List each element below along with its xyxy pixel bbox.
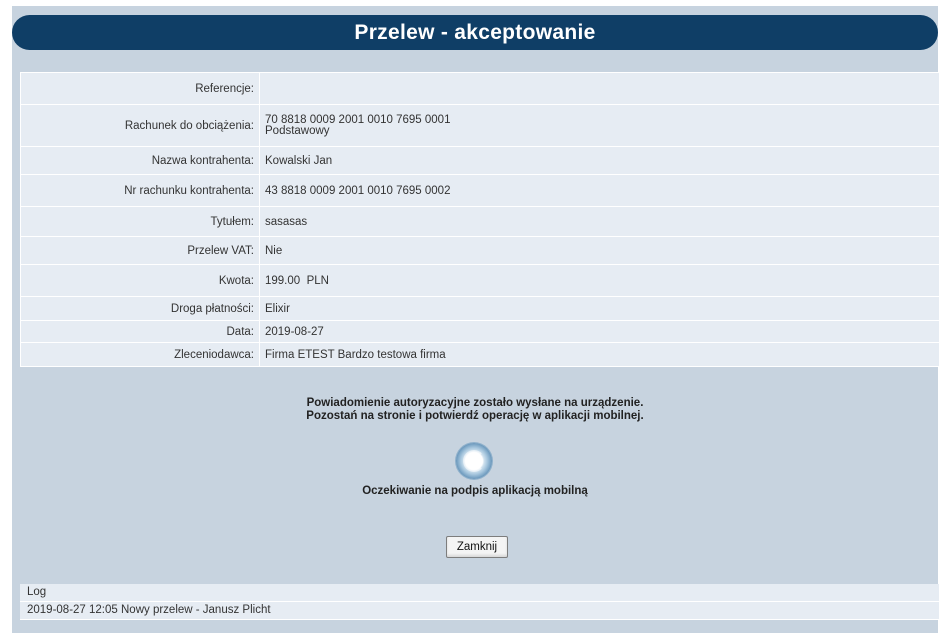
transfer-accept-panel: Przelew - akceptowanie Referencje: Rachu…: [12, 6, 939, 633]
loading-spinner-icon: [456, 443, 492, 479]
title-label: Tytułem:: [20, 206, 260, 237]
detail-row-contractor-account: Nr rachunku kontrahenta: 43 8818 0009 20…: [20, 174, 939, 207]
vat-value: Nie: [259, 236, 939, 265]
reference-label: Referencje:: [20, 72, 260, 105]
amount-value: 199.00 PLN: [259, 264, 939, 297]
log-panel: Log 2019-08-27 12:05 Nowy przelew - Janu…: [20, 584, 939, 620]
detail-row-debit-account: Rachunek do obciążenia: 70 8818 0009 200…: [20, 104, 939, 147]
detail-row-payment-route: Droga płatności: Elixir: [20, 296, 939, 321]
date-value: 2019-08-27: [259, 320, 939, 343]
transfer-details-table: Referencje: Rachunek do obciążenia: 70 8…: [20, 72, 939, 367]
detail-row-amount: Kwota: 199.00 PLN: [20, 264, 939, 297]
detail-row-reference: Referencje:: [20, 72, 939, 105]
orderer-label: Zleceniodawca:: [20, 342, 260, 367]
amount-label: Kwota:: [20, 264, 260, 297]
debit-account-value-cell: 70 8818 0009 2001 0010 7695 0001 Podstaw…: [259, 104, 939, 147]
payment-route-label: Droga płatności:: [20, 296, 260, 321]
debit-account-type: Podstawowy: [265, 125, 330, 137]
orderer-value: Firma ETEST Bardzo testowa firma: [259, 342, 939, 367]
contractor-name-label: Nazwa kontrahenta:: [20, 146, 260, 175]
contractor-name-value: Kowalski Jan: [259, 146, 939, 175]
page-title: Przelew - akceptowanie: [12, 15, 938, 50]
waiting-status-text: Oczekiwanie na podpis aplikacją mobilną: [362, 485, 588, 497]
vat-label: Przelew VAT:: [20, 236, 260, 265]
log-entry: 2019-08-27 12:05 Nowy przelew - Janusz P…: [20, 602, 939, 620]
notification-instruction-text: Pozostań na stronie i potwierdź operację…: [306, 410, 644, 422]
detail-row-title: Tytułem: sasasas: [20, 206, 939, 237]
detail-row-vat: Przelew VAT: Nie: [20, 236, 939, 265]
reference-value: [259, 72, 939, 105]
title-value: sasasas: [259, 206, 939, 237]
contractor-account-value: 43 8818 0009 2001 0010 7695 0002: [259, 174, 939, 207]
detail-row-orderer: Zleceniodawca: Firma ETEST Bardzo testow…: [20, 342, 939, 367]
close-button[interactable]: Zamknij: [446, 536, 508, 558]
date-label: Data:: [20, 320, 260, 343]
payment-route-value: Elixir: [259, 296, 939, 321]
notification-sent-text: Powiadomienie autoryzacyjne zostało wysł…: [306, 397, 644, 409]
log-header: Log: [20, 584, 939, 602]
detail-row-contractor-name: Nazwa kontrahenta: Kowalski Jan: [20, 146, 939, 175]
detail-row-date: Data: 2019-08-27: [20, 320, 939, 343]
contractor-account-label: Nr rachunku kontrahenta:: [20, 174, 260, 207]
debit-account-label: Rachunek do obciążenia:: [20, 104, 260, 147]
